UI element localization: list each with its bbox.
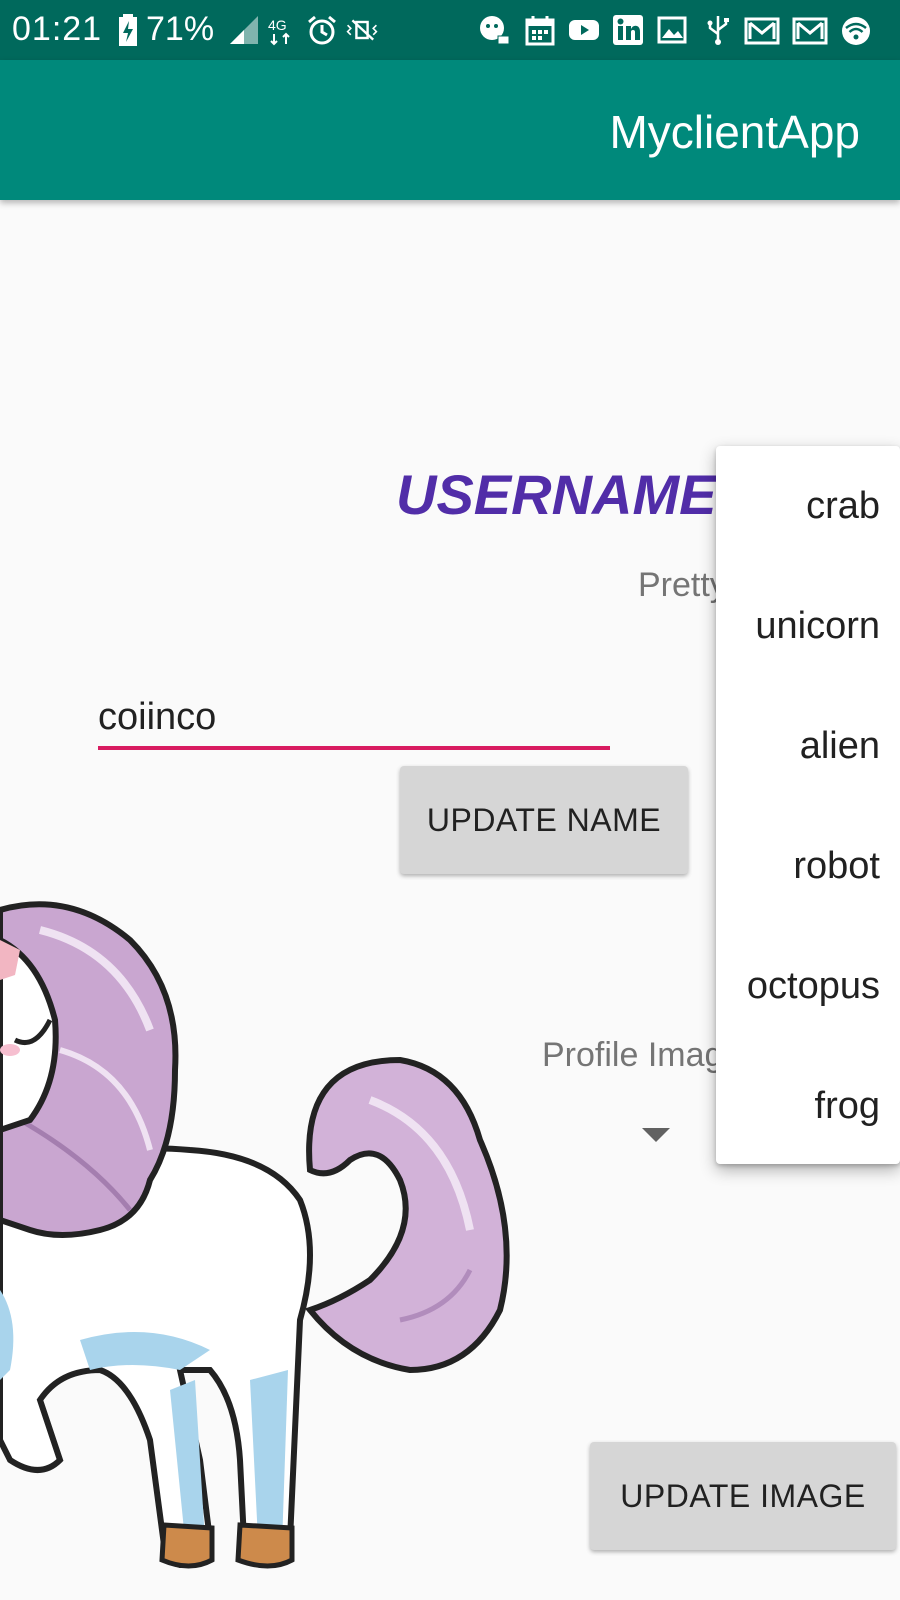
signal-icon xyxy=(230,16,258,44)
dropdown-item-robot[interactable]: robot xyxy=(716,806,900,926)
dropdown-item-crab[interactable]: crab xyxy=(716,446,900,566)
profile-image xyxy=(0,901,510,1569)
youtube-icon xyxy=(569,20,599,40)
profile-image-label: Profile Imag xyxy=(542,1036,724,1074)
image-icon xyxy=(657,16,687,44)
battery-charging-icon xyxy=(119,14,137,46)
4g-icon: 4G xyxy=(268,17,290,46)
chevron-down-icon[interactable] xyxy=(642,1128,670,1144)
battery-percent: 71% xyxy=(146,10,215,48)
linkedin-icon xyxy=(613,15,643,45)
gmail-icon xyxy=(744,17,780,45)
username-subtitle: Pretty xyxy=(638,566,727,604)
chat-notification-icon xyxy=(480,16,510,45)
dropdown-item-frog[interactable]: frog xyxy=(716,1046,900,1166)
vibrate-icon xyxy=(346,19,378,41)
username-input[interactable] xyxy=(98,688,610,750)
profile-image-dropdown: crab unicorn alien robot octopus frog xyxy=(716,446,900,1164)
alarm-icon xyxy=(308,15,336,45)
status-time: 01:21 xyxy=(12,10,103,48)
update-name-button[interactable]: UPDATE NAME xyxy=(400,766,688,874)
username-title: USERNAME xyxy=(396,463,717,526)
wifi-icon xyxy=(842,17,870,45)
status-bar: 01:21 71% 4G xyxy=(0,0,900,60)
app-title: MyclientApp xyxy=(609,106,860,158)
usb-icon xyxy=(707,16,729,45)
gmail-icon xyxy=(792,17,828,45)
screen: 01:21 71% 4G MyclientApp USERNAME Pretty… xyxy=(0,0,900,1600)
svg-text:4G: 4G xyxy=(268,17,287,33)
calendar-icon xyxy=(525,16,555,46)
app-bar: MyclientApp xyxy=(0,60,900,200)
update-image-button[interactable]: UPDATE IMAGE xyxy=(590,1442,896,1550)
dropdown-item-alien[interactable]: alien xyxy=(716,686,900,806)
dropdown-item-octopus[interactable]: octopus xyxy=(716,926,900,1046)
dropdown-item-unicorn[interactable]: unicorn xyxy=(716,566,900,686)
